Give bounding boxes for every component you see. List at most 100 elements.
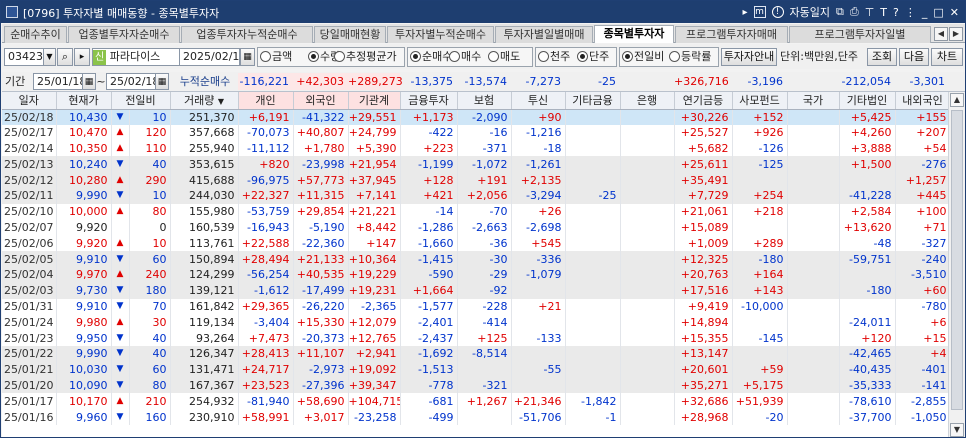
header-institution[interactable]: 기관계 — [348, 92, 401, 110]
tab-investor-daily[interactable]: 투자자별일별매매 — [495, 26, 593, 43]
cell-foreign: -22,360 — [293, 235, 349, 252]
header-financial-investment[interactable]: 금융투자 — [400, 92, 458, 110]
tab-sector-investor-net[interactable]: 업종별투자자순매수 — [68, 26, 180, 43]
tab-investor-cumulative[interactable]: 투자자별누적순매수 — [387, 26, 494, 43]
print-icon[interactable]: ⎙ — [850, 5, 859, 19]
pin-icon[interactable]: ⊤ — [865, 6, 875, 19]
radio-change-rate[interactable]: 등락률 — [669, 50, 711, 64]
table-row[interactable]: 25/01/20 10,090 ▼ 80 167,367 +23,523 -27,396 +3… — [2, 377, 951, 394]
auto-save-label[interactable]: 자동일지 — [790, 4, 830, 20]
cell-change: 180 — [129, 282, 171, 299]
table-row[interactable]: 25/02/04 9,970 ▲ 240 124,299 -56,254 +40,535 +1… — [2, 266, 951, 283]
tab-stock-investor[interactable]: 종목별투자자 — [594, 25, 674, 43]
cell-foreign: +21,133 — [293, 251, 349, 267]
window-icon[interactable]: m — [753, 6, 766, 18]
tab-scroll-right-icon[interactable]: ▶ — [949, 27, 963, 41]
radio-amount[interactable]: 금액 — [260, 50, 292, 64]
sort-dropdown-icon[interactable]: ▼ — [218, 97, 224, 106]
link-icon[interactable]: ▸ — [743, 7, 748, 18]
table-row[interactable]: 25/02/17 10,470 ▲ 120 357,668 -70,073 +40,807 +… — [2, 124, 951, 141]
header-government[interactable]: 국가 — [787, 92, 840, 110]
minimize-icon[interactable]: _ — [922, 6, 928, 19]
table-row[interactable]: 25/02/11 9,990 ▼ 10 244,030 +22,327 +11,315 +7,… — [2, 187, 951, 204]
cell-private-fund: -20 — [732, 409, 788, 425]
radio-buy[interactable]: 매수 — [449, 50, 481, 64]
close-icon[interactable]: ✕ — [950, 6, 959, 19]
search-icon[interactable]: ⌕ — [57, 48, 73, 66]
radio-prev-day[interactable]: 전일비 — [622, 50, 664, 64]
to-calendar-icon[interactable]: ▦ — [155, 73, 169, 90]
stock-code-input[interactable]: 034230 — [4, 48, 44, 66]
header-change[interactable]: 전일비 — [111, 92, 171, 110]
scroll-thumb[interactable] — [951, 110, 963, 410]
header-other-finance[interactable]: 기타금융 — [565, 92, 621, 110]
next-button[interactable]: 다음 — [899, 48, 929, 66]
table-row[interactable]: 25/01/16 9,960 ▼ 160 230,910 +58,991 +3,017 -23… — [2, 409, 951, 425]
table-row[interactable]: 25/02/14 10,350 ▲ 110 255,940 -11,112 +1,780 +5… — [2, 140, 951, 157]
table-row[interactable]: 25/01/31 9,910 ▼ 70 161,842 +29,365 -26,220 -2,… — [2, 298, 951, 315]
maximize-icon[interactable]: □ — [933, 6, 943, 19]
info-icon[interactable]: ! — [771, 6, 784, 18]
table-row[interactable]: 25/01/24 9,980 ▲ 30 119,134 -3,404 +15,330 +12,… — [2, 314, 951, 331]
menu-icon[interactable]: ⋮ — [905, 6, 916, 19]
investor-guide-button[interactable]: 투자자안내 — [721, 48, 777, 66]
table-row[interactable]: 25/02/06 9,920 ▲ 10 113,761 +22,588 -22,360 +14… — [2, 235, 951, 252]
font-icon[interactable]: T — [880, 6, 887, 19]
code-dropdown-icon[interactable]: ▼ — [43, 48, 56, 66]
period-from-input[interactable]: 25/01/18 — [33, 73, 83, 90]
window-title: [0796] 투자자별 매매동향 - 종목별투자자 — [23, 7, 220, 20]
scroll-up-icon[interactable]: ▲ — [950, 93, 964, 107]
cell-private-fund: -126 — [732, 140, 788, 157]
header-bank[interactable]: 은행 — [620, 92, 675, 110]
from-calendar-icon[interactable]: ▦ — [82, 73, 96, 90]
table-row[interactable]: 25/02/13 10,240 ▼ 40 353,615 +820 -23,998 +21,9… — [2, 156, 951, 173]
radio-estimated-avg[interactable]: 추정평균가 — [334, 50, 397, 64]
period-to-input[interactable]: 25/02/18 — [106, 73, 156, 90]
chart-button[interactable]: 차트 — [931, 48, 963, 66]
header-price[interactable]: 현재가 — [56, 92, 112, 110]
cell-other-corp: -59,751 — [839, 251, 896, 267]
table-row[interactable]: 25/01/22 9,990 ▼ 40 126,347 +28,413 +11,107 +2,… — [2, 345, 951, 362]
header-insurance[interactable]: 보험 — [457, 92, 512, 110]
date-input[interactable]: 2025/02/18 — [179, 48, 240, 66]
vertical-scrollbar[interactable]: ▲ ▼ — [948, 92, 965, 437]
tab-program-investor[interactable]: 프로그램투자자매매 — [675, 26, 788, 43]
table-row[interactable]: 25/02/10 10,000 ▲ 80 155,980 -53,759 +29,854 +2… — [2, 203, 951, 220]
header-individual[interactable]: 개인 — [238, 92, 294, 110]
cum-private-fund: -3,196 — [747, 75, 783, 88]
table-row[interactable]: 25/02/18 10,430 ▼ 10 251,370 +6,191 -41,322 +29… — [2, 109, 951, 125]
header-domestic-foreign[interactable]: 내외국인 — [895, 92, 951, 110]
header-private-fund[interactable]: 사모펀드 — [732, 92, 788, 110]
header-pension[interactable]: 연기금등 — [674, 92, 733, 110]
cell-date: 25/02/03 — [2, 282, 57, 299]
header-date[interactable]: 일자 — [2, 92, 57, 110]
help-icon[interactable]: ? — [893, 6, 899, 19]
tab-scroll-left-icon[interactable]: ◀ — [934, 27, 948, 41]
new-window-icon[interactable]: ⧉ — [836, 5, 844, 19]
radio-net-buy[interactable]: 순매수 — [410, 50, 452, 64]
table-row[interactable]: 25/02/05 9,910 ▼ 60 150,894 +28,494 +21,133 +10… — [2, 251, 951, 267]
header-trust[interactable]: 투신 — [511, 92, 566, 110]
tab-program-daily[interactable]: 프로그램투자자일별 — [789, 26, 931, 43]
table-row[interactable]: 25/01/21 10,030 ▼ 60 131,471 +24,717 -2,973 +19… — [2, 361, 951, 378]
tab-sector-investor-cumulative[interactable]: 업종투자자누적순매수 — [181, 26, 313, 43]
header-foreign[interactable]: 외국인 — [293, 92, 349, 110]
header-volume[interactable]: 거래량 ▼ — [170, 92, 239, 110]
radio-sell[interactable]: 매도 — [488, 50, 520, 64]
table-row[interactable]: 25/02/07 9,920 0 160,539 -16,943 -5,190 +8,442… — [2, 219, 951, 236]
chevron-icon[interactable]: ▸ — [74, 48, 90, 66]
tab-daily-trading[interactable]: 당일매매현황 — [314, 26, 386, 43]
scroll-down-icon[interactable]: ▼ — [950, 423, 964, 437]
search-button[interactable]: 조회 — [867, 48, 897, 66]
radio-single-shares[interactable]: 단주 — [577, 50, 609, 64]
radio-thousand-shares[interactable]: 천주 — [538, 50, 570, 64]
cell-financial-investment: -1,660 — [400, 235, 458, 252]
cell-trust — [511, 345, 566, 362]
tab-net-buy-trend[interactable]: 순매수추이 — [4, 26, 67, 43]
calendar-icon[interactable]: ▦ — [240, 48, 255, 66]
table-row[interactable]: 25/02/03 9,730 ▼ 180 139,121 -1,612 -17,499 +19… — [2, 282, 951, 299]
table-row[interactable]: 25/02/12 10,280 ▲ 290 415,688 -96,975 +57,773 +… — [2, 172, 951, 188]
header-other-corp[interactable]: 기타법인 — [839, 92, 896, 110]
table-row[interactable]: 25/01/17 10,170 ▲ 210 254,932 -81,940 +58,690 +… — [2, 393, 951, 410]
table-row[interactable]: 25/01/23 9,950 ▼ 40 93,264 +7,473 -20,373 +12,7… — [2, 330, 951, 346]
